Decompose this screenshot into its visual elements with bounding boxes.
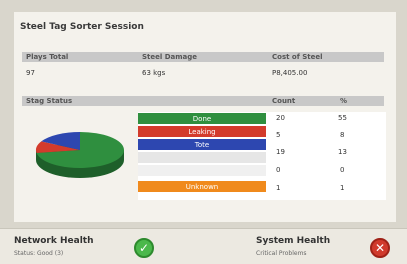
status-label-tote: Tote <box>194 140 210 149</box>
count-unknown: 1 <box>276 184 281 192</box>
status-label-done: Done <box>192 114 212 123</box>
summary-header-cost: Cost of Steel <box>272 53 323 61</box>
status-row-done: Done <box>138 113 266 124</box>
summary-header-plays: Plays Total <box>26 53 69 61</box>
status-footer <box>0 228 407 264</box>
summary-header-damage: Steel Damage <box>142 53 198 61</box>
network-ok-icon[interactable]: ✓ <box>134 238 154 258</box>
status-row-unknown: Unknown <box>138 181 266 192</box>
status-row-spacer <box>138 165 266 176</box>
status-header-bar <box>22 96 384 106</box>
system-health-status: Critical Problems <box>256 250 307 257</box>
summary-value-plays: 97 <box>26 69 35 77</box>
status-label-leaking: Leaking <box>188 127 216 136</box>
pct-header: % <box>340 97 348 105</box>
network-health-title: Network Health <box>14 236 94 246</box>
status-pie-chart <box>36 132 125 178</box>
status-row-tote: Tote <box>138 139 266 150</box>
status-row-empty <box>138 152 266 163</box>
summary-value-damage: 63 kgs <box>142 69 166 77</box>
count-done: 20 <box>276 114 285 122</box>
status-header: Stag Status <box>26 97 73 105</box>
system-error-icon[interactable]: ✕ <box>370 238 390 258</box>
count-leaking: 5 <box>276 131 281 139</box>
status-row-leaking: Leaking <box>138 126 266 137</box>
summary-header-bar <box>22 52 384 62</box>
system-health-title: System Health <box>256 236 331 246</box>
network-health-status: Status: Good (3) <box>14 250 64 257</box>
count-tote: 19 <box>276 148 285 156</box>
count-empty: 0 <box>276 166 281 174</box>
pct-unknown: 1 <box>340 184 345 192</box>
pct-done: 55 <box>338 114 347 122</box>
status-label-unknown: Unknown <box>185 182 219 191</box>
pct-empty: 0 <box>340 166 345 174</box>
page-title: Steel Tag Sorter Session <box>20 22 144 32</box>
count-header: Count <box>272 97 296 105</box>
summary-value-cost: P8,405.00 <box>272 69 308 77</box>
pct-leaking: 8 <box>340 131 345 139</box>
pct-tote: 13 <box>338 148 347 156</box>
